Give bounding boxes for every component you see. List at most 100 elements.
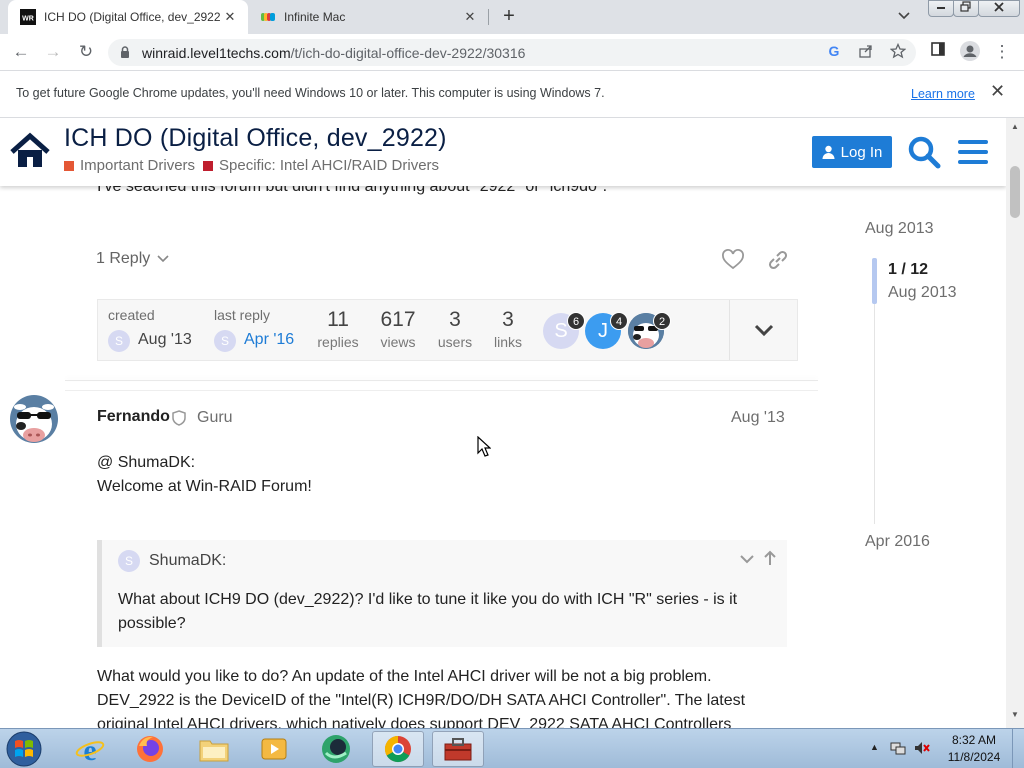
share-link-icon[interactable] [766, 248, 790, 272]
scroll-down-arrow-icon[interactable]: ▼ [1011, 710, 1019, 719]
created-label: created [108, 307, 155, 323]
search-icon[interactable] [906, 134, 942, 170]
links-label: links [493, 334, 522, 350]
minimize-button[interactable] [928, 0, 954, 17]
profile-avatar-icon[interactable] [958, 41, 982, 63]
tab-title: Infinite Mac [284, 10, 346, 24]
windows-logo-icon [6, 731, 42, 767]
toolbox-icon [444, 738, 472, 761]
users-count: 3 [449, 308, 461, 331]
svg-text:G: G [829, 43, 840, 59]
media-player-icon [261, 738, 287, 760]
timeline-start-date[interactable]: Aug 2013 [865, 220, 934, 238]
clock-date[interactable]: 11/8/2024 [944, 750, 1004, 764]
participant-post-count: 6 [567, 312, 585, 330]
taskbar-media-player[interactable] [248, 731, 300, 767]
quote-author: ShumaDK: [149, 552, 227, 569]
timeline-end-date[interactable]: Apr 2016 [865, 533, 930, 551]
reload-button[interactable]: ↻ [74, 41, 98, 63]
participant-post-count: 2 [653, 312, 671, 330]
chevron-down-icon [157, 255, 169, 263]
taskbar-green-app[interactable] [310, 731, 362, 767]
timeline-scroller-handle[interactable] [872, 258, 877, 304]
clock-time[interactable]: 8:32 AM [946, 733, 1002, 747]
tab-infinite-mac[interactable]: Infinite Mac ✕ [248, 0, 488, 34]
tab-close-icon[interactable]: ✕ [460, 9, 480, 25]
green-orb-icon [322, 735, 350, 763]
views-count: 617 [380, 308, 416, 331]
window-close-button[interactable] [978, 0, 1020, 17]
lock-icon[interactable] [118, 45, 132, 59]
quote-expand-chevron-icon[interactable] [739, 552, 755, 568]
last-replier-avatar[interactable]: S [214, 330, 236, 352]
tab-search-chevron-icon[interactable] [894, 8, 914, 28]
scrollbar-thumb[interactable] [1010, 166, 1020, 218]
share-icon[interactable] [856, 43, 876, 63]
topic-map: created S Aug '13 last reply S Apr '16 1… [97, 299, 798, 361]
heart-like-icon[interactable] [721, 248, 745, 272]
home-icon[interactable] [8, 132, 52, 170]
taskbar-firefox[interactable] [124, 731, 176, 767]
show-desktop-button[interactable] [1012, 729, 1024, 768]
windows-taskbar: e ▲ 8:32 AM 11/8/2024 [0, 728, 1024, 768]
folder-icon [199, 740, 229, 762]
category-important-drivers[interactable]: Important Drivers [64, 157, 195, 174]
volume-muted-icon[interactable] [914, 740, 930, 756]
taskbar-toolbox[interactable] [432, 731, 484, 767]
update-infobar: To get future Google Chrome updates, you… [0, 70, 1024, 118]
topic-map-expand-button[interactable] [729, 300, 798, 360]
quote-block: S ShumaDK: What about ICH9 DO (dev_2922)… [97, 540, 787, 647]
cow-avatar-icon [10, 395, 58, 443]
creator-avatar[interactable]: S [108, 330, 130, 352]
timeline-track [874, 304, 875, 524]
firefox-icon [137, 736, 163, 762]
replies-count-label: 1 Reply [96, 250, 151, 267]
category-color-icon [203, 160, 213, 171]
replies-label: replies [317, 334, 359, 350]
network-icon[interactable] [890, 740, 906, 756]
scroll-up-arrow-icon[interactable]: ▲ [1011, 122, 1019, 131]
hamburger-menu-icon[interactable] [956, 136, 990, 168]
start-button[interactable] [4, 731, 44, 767]
site-header: ICH DO (Digital Office, dev_2922) Import… [0, 118, 1006, 186]
post-card-border [65, 390, 818, 398]
new-tab-button[interactable]: + [498, 6, 520, 28]
users-label: users [437, 334, 473, 350]
taskbar-internet-explorer[interactable]: e [64, 731, 116, 767]
avatar[interactable] [10, 395, 58, 443]
quote-jump-up-arrow-icon[interactable] [763, 550, 777, 571]
category-color-icon [64, 160, 74, 171]
timeline-position: 1 / 12 [888, 261, 929, 278]
google-icon[interactable]: G [824, 43, 844, 63]
address-bar[interactable]: winraid.level1techs.com/t/ich-do-digital… [108, 39, 916, 66]
log-in-button[interactable]: Log In [812, 136, 892, 168]
tab-close-icon[interactable]: ✕ [220, 9, 240, 25]
taskbar-chrome[interactable] [372, 731, 424, 767]
page-scrollbar[interactable]: ▲ ▼ [1006, 118, 1024, 728]
log-in-label: Log In [840, 143, 883, 161]
quote-avatar[interactable]: S [118, 550, 140, 572]
back-button[interactable]: ← [9, 41, 33, 63]
last-reply-date-link[interactable]: Apr '16 [244, 331, 294, 349]
browser-toolbar: ← → ↻ winraid.level1techs.com/t/ich-do-d… [0, 34, 1024, 70]
forward-button[interactable]: → [41, 41, 65, 63]
user-title: Guru [197, 409, 233, 426]
tray-expand-arrow-icon[interactable]: ▲ [870, 742, 879, 752]
infobar-close-icon[interactable]: ✕ [990, 81, 1005, 102]
url-host: winraid.level1techs.com [142, 45, 291, 61]
learn-more-link[interactable]: Learn more [911, 87, 975, 101]
bookmark-star-icon[interactable] [888, 42, 908, 63]
tab-ich-do[interactable]: WR ICH DO (Digital Office, dev_2922 ✕ [8, 0, 248, 34]
tab-title: ICH DO (Digital Office, dev_2922 [44, 10, 220, 24]
restore-button[interactable] [953, 0, 979, 17]
taskbar-file-explorer[interactable] [188, 731, 240, 767]
side-panel-icon[interactable] [926, 41, 950, 63]
post-username[interactable]: Fernando [97, 408, 170, 426]
created-date: Aug '13 [138, 331, 192, 348]
topic-title[interactable]: ICH DO (Digital Office, dev_2922) [64, 124, 447, 153]
links-count: 3 [502, 308, 514, 331]
post-date[interactable]: Aug '13 [731, 409, 785, 427]
chrome-menu-button[interactable]: ⋮ [990, 41, 1014, 63]
show-replies-button[interactable]: 1 Reply [96, 250, 170, 268]
category-intel-ahci-raid[interactable]: Specific: Intel AHCI/RAID Drivers [203, 157, 439, 174]
